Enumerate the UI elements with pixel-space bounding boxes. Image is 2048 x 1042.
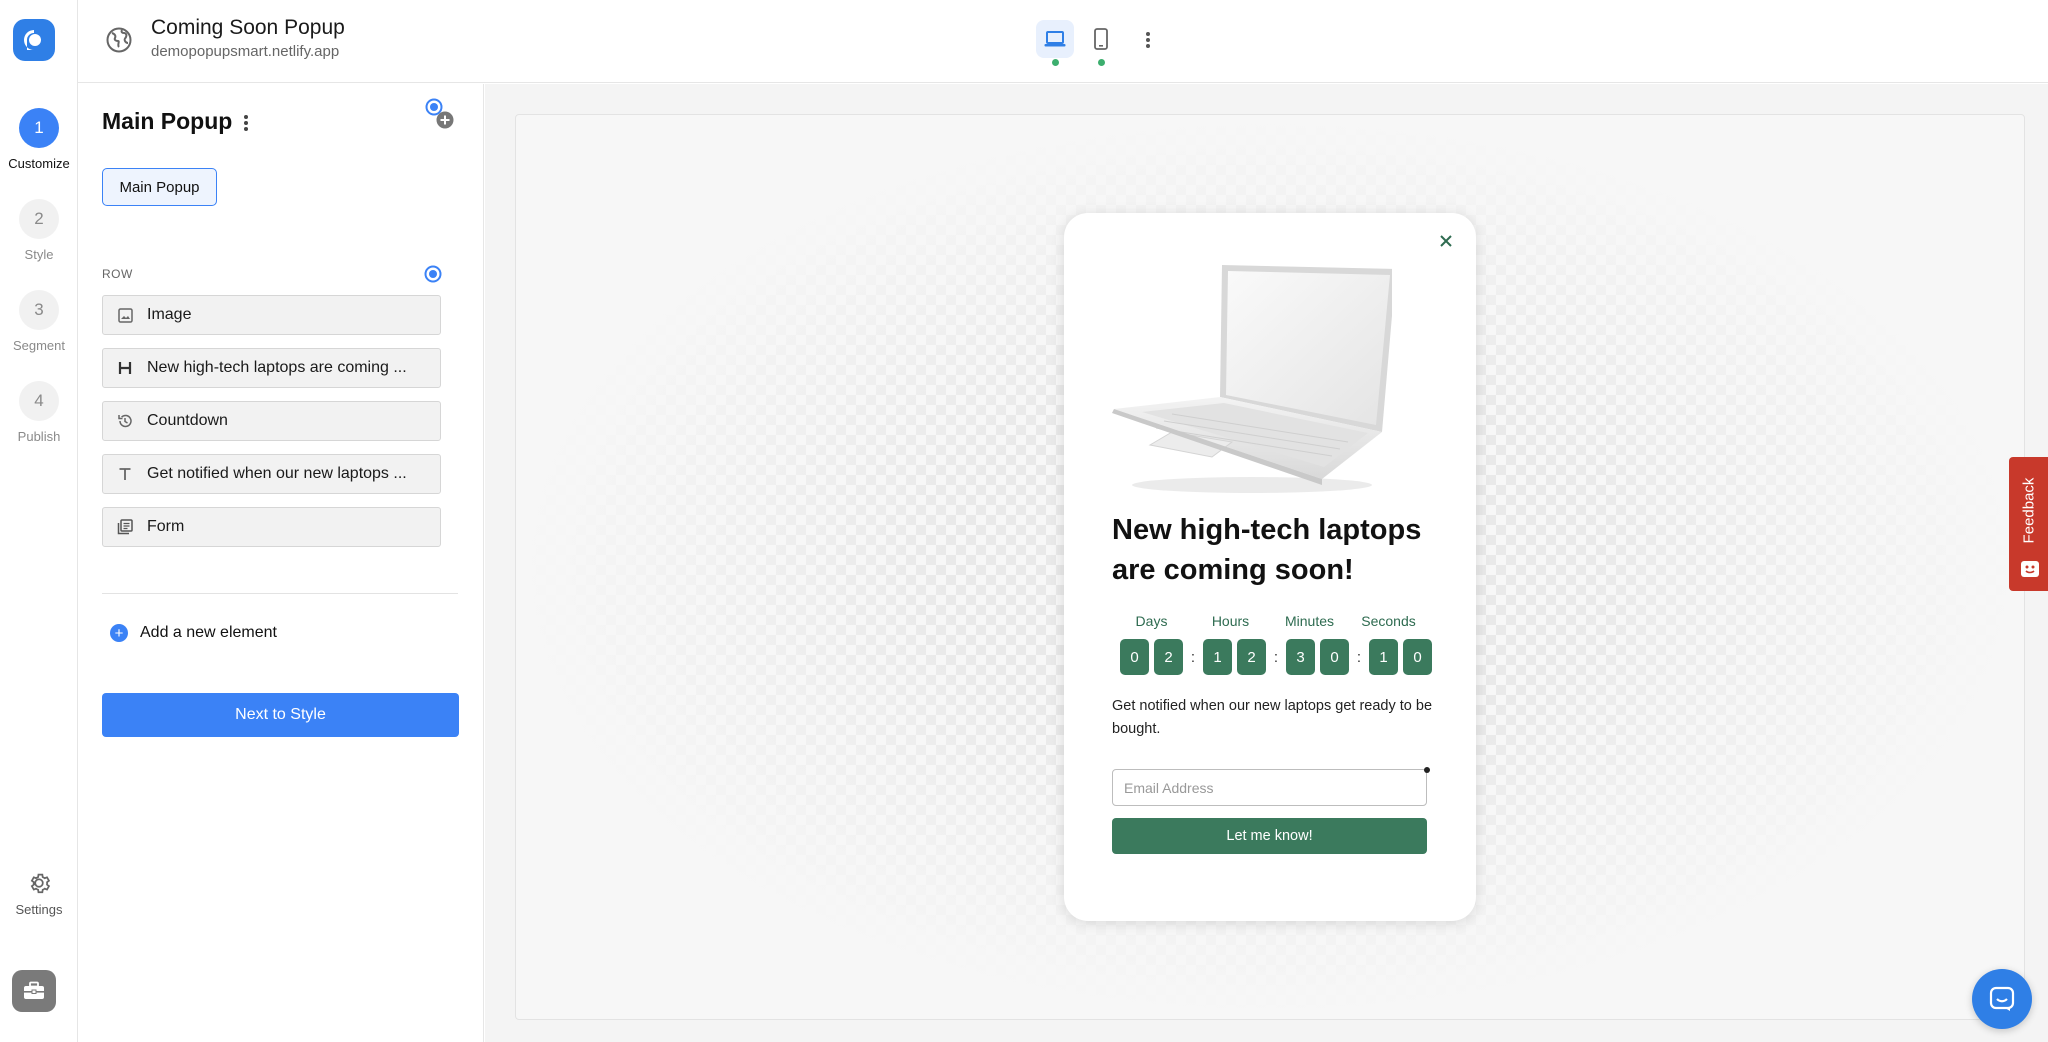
countdown-label-minutes: Minutes — [1284, 613, 1335, 629]
popup-preview: New high-tech laptops are coming soon! D… — [1064, 213, 1476, 921]
next-to-style-button[interactable]: Next to Style — [102, 693, 459, 737]
plus-circle-icon: + — [110, 624, 128, 642]
countdown-labels: Days Hours Minutes Seconds — [1112, 613, 1432, 629]
mobile-view-button[interactable] — [1082, 20, 1120, 66]
main-popup-tab[interactable]: Main Popup — [102, 168, 217, 206]
feedback-label-wrap: Feedback — [2009, 465, 2048, 555]
site-url: demopopupsmart.netlify.app — [151, 43, 340, 60]
history-icon — [103, 413, 147, 429]
countdown-digit: 0 — [1403, 639, 1432, 675]
settings-label: Settings — [15, 902, 63, 917]
countdown-label-hours: Hours — [1211, 613, 1250, 629]
countdown-timer: 0 2 : 1 2 : 3 0 : 1 0 — [1120, 639, 1437, 675]
phone-icon — [1094, 28, 1108, 50]
step-customize[interactable]: 1 Customize — [0, 108, 78, 171]
popup-subtext: Get notified when our new laptops get re… — [1112, 698, 1433, 737]
element-countdown[interactable]: Countdown — [102, 401, 441, 441]
heading-icon — [103, 361, 147, 375]
more-options-icon[interactable] — [1138, 25, 1158, 55]
popup-headline: New high-tech laptops are coming soon! — [1112, 514, 1422, 586]
image-icon — [103, 307, 147, 323]
step-label: Style — [24, 247, 54, 262]
element-label: New high-tech laptops are coming ... — [147, 359, 407, 376]
step-label: Segment — [12, 338, 66, 353]
step-number: 2 — [19, 199, 59, 239]
add-element-button[interactable]: + Add a new element — [110, 624, 277, 642]
step-publish[interactable]: 4 Publish — [0, 381, 78, 444]
countdown-separator: : — [1190, 648, 1196, 666]
step-number: 1 — [19, 108, 59, 148]
step-style[interactable]: 2 Style — [0, 199, 78, 262]
smiley-icon — [2021, 561, 2039, 577]
step-segment[interactable]: 3 Segment — [0, 290, 78, 353]
feedback-tab[interactable]: Feedback — [2009, 457, 2048, 591]
countdown-separator: : — [1273, 648, 1279, 666]
target-icon[interactable] — [424, 265, 442, 283]
step-number: 3 — [19, 290, 59, 330]
let-me-know-button[interactable]: Let me know! — [1112, 818, 1427, 854]
element-image[interactable]: Image — [102, 295, 441, 335]
settings-button[interactable]: Settings — [0, 870, 78, 917]
gear-icon — [30, 873, 51, 894]
row-label: ROW — [102, 267, 133, 281]
required-dot — [1424, 767, 1430, 773]
element-form[interactable]: Form — [102, 507, 441, 547]
countdown-digit: 3 — [1286, 639, 1315, 675]
element-label: Image — [147, 306, 192, 323]
globe-icon — [106, 27, 132, 53]
chat-icon — [1989, 986, 2015, 1011]
laptop-image — [1112, 265, 1392, 493]
countdown-separator: : — [1356, 648, 1362, 666]
countdown-digit: 1 — [1369, 639, 1398, 675]
top-bar: Coming Soon Popup demopopupsmart.netlify… — [78, 0, 2048, 83]
countdown-digit: 2 — [1237, 639, 1266, 675]
status-dot — [1052, 59, 1059, 66]
popup-options-icon[interactable] — [238, 110, 254, 136]
panel-title: Main Popup — [102, 108, 233, 134]
element-label: Countdown — [147, 412, 228, 429]
countdown-label-days: Days — [1135, 613, 1168, 629]
text-icon — [103, 467, 147, 481]
email-input[interactable] — [1112, 769, 1427, 806]
left-rail: 1 Customize 2 Style 3 Segment 4 Publish … — [0, 0, 78, 1042]
element-text[interactable]: Get notified when our new laptops ... — [102, 454, 441, 494]
chat-button[interactable] — [1972, 969, 2032, 1029]
form-icon — [103, 519, 147, 535]
step-label: Publish — [17, 429, 61, 444]
desktop-view-button[interactable] — [1036, 20, 1074, 66]
countdown-digit: 1 — [1203, 639, 1232, 675]
popup-title: Coming Soon Popup — [151, 16, 345, 39]
customize-panel: Main Popup Main Popup ROW Image New high… — [78, 84, 484, 1042]
feedback-label: Feedback — [2020, 477, 2037, 543]
status-dot — [1098, 59, 1105, 66]
countdown-label-seconds: Seconds — [1361, 613, 1416, 629]
close-icon[interactable] — [1436, 231, 1456, 251]
app-logo-icon[interactable] — [13, 19, 55, 61]
element-label: Form — [147, 518, 185, 535]
countdown-digit: 2 — [1154, 639, 1183, 675]
countdown-digit: 0 — [1120, 639, 1149, 675]
add-element-label: Add a new element — [140, 624, 277, 641]
add-step-icon[interactable] — [436, 111, 454, 129]
divider — [102, 593, 458, 594]
laptop-icon — [1044, 31, 1066, 47]
element-heading[interactable]: New high-tech laptops are coming ... — [102, 348, 441, 388]
countdown-digit: 0 — [1320, 639, 1349, 675]
briefcase-icon[interactable] — [12, 970, 56, 1012]
step-label: Customize — [8, 156, 70, 171]
element-label: Get notified when our new laptops ... — [147, 465, 407, 482]
step-number: 4 — [19, 381, 59, 421]
